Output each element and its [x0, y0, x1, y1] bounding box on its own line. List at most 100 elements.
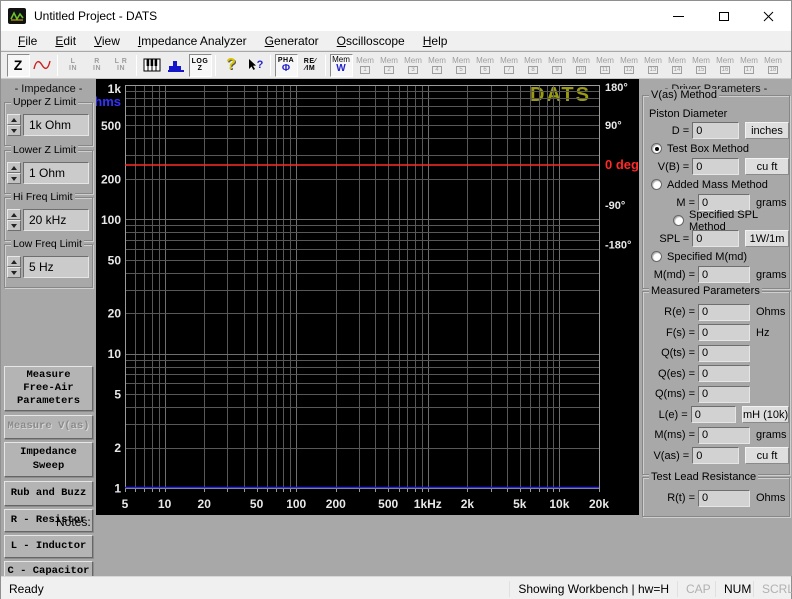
- spin-up-button[interactable]: [7, 114, 21, 125]
- menu-impedance-analyzer[interactable]: Impedance Analyzer: [129, 31, 256, 51]
- specified-mmd-radio[interactable]: [651, 251, 662, 262]
- fs-field[interactable]: 0: [698, 324, 750, 341]
- le-field[interactable]: 0: [691, 406, 736, 423]
- re-unit-label: Ohms: [756, 306, 785, 318]
- limit-value-field[interactable]: 1 Ohm: [23, 162, 89, 184]
- added-mass-method-radio[interactable]: [651, 179, 662, 190]
- mem-label: Mem: [692, 57, 710, 65]
- spin-up-button[interactable]: [7, 209, 21, 220]
- test-box-method-radio-row: Test Box Method: [643, 140, 789, 157]
- log-z-button-line1: LOG: [192, 58, 209, 65]
- mem-number-box: 10: [576, 66, 586, 74]
- vas-unit-button[interactable]: cu ft: [745, 447, 789, 464]
- mem-label: Mem: [476, 57, 494, 65]
- mem-6-button: Mem6: [474, 54, 497, 77]
- help-question-icon: ?: [226, 57, 236, 73]
- piston-diameter-unit-button[interactable]: inches: [745, 122, 789, 139]
- spl-unit-button[interactable]: 1W/1m: [745, 230, 789, 247]
- limit-value-field[interactable]: 1k Ohm: [23, 114, 89, 136]
- maximize-button[interactable]: [701, 1, 746, 31]
- svg-text:50: 50: [108, 253, 122, 267]
- limit-group-hi-freq-limit: Hi Freq Limit20 kHz: [4, 197, 93, 241]
- mem-number-box: 8: [528, 66, 538, 74]
- menu-oscilloscope[interactable]: Oscilloscope: [328, 31, 414, 51]
- limit-value-field[interactable]: 5 Hz: [23, 256, 89, 278]
- mem-17-button: Mem17: [738, 54, 761, 77]
- mmd-field[interactable]: 0: [698, 266, 750, 283]
- spin-down-button[interactable]: [7, 267, 21, 278]
- re-im-button[interactable]: RE∕∕IM: [299, 54, 322, 77]
- svg-text:90°: 90°: [605, 120, 622, 132]
- context-help-button[interactable]: ?: [244, 54, 267, 77]
- piston-diameter-field[interactable]: 0: [692, 122, 739, 139]
- minimize-button[interactable]: [656, 1, 701, 31]
- spl-field[interactable]: 0: [692, 230, 739, 247]
- spin-up-button[interactable]: [7, 162, 21, 173]
- mem-number-box: 11: [600, 66, 610, 74]
- qms-field[interactable]: 0: [698, 386, 750, 403]
- workbench-status: Showing Workbench | hw=H: [509, 581, 677, 597]
- impedance-z-button[interactable]: Z: [7, 54, 30, 77]
- svg-text:5: 5: [122, 497, 129, 511]
- menu-edit[interactable]: Edit: [46, 31, 85, 51]
- phase-button[interactable]: PHAΦ: [275, 54, 298, 77]
- spin-down-button[interactable]: [7, 173, 21, 184]
- added-mass-method-radio-row: Added Mass Method: [643, 176, 789, 193]
- mem-label: Mem: [596, 57, 614, 65]
- mms-unit-label: grams: [756, 429, 787, 441]
- menu-help[interactable]: Help: [414, 31, 457, 51]
- svg-text:-180°: -180°: [605, 240, 631, 252]
- mem-number-box: 3: [408, 66, 418, 74]
- spin-down-button[interactable]: [7, 125, 21, 136]
- help-button[interactable]: ?: [220, 54, 243, 77]
- box-volume-unit-button[interactable]: cu ft: [745, 158, 789, 175]
- piston-diameter-field-label: D =: [643, 125, 689, 137]
- rub-and-buzz-button[interactable]: Rub and Buzz: [4, 481, 93, 506]
- menu-view[interactable]: View: [85, 31, 129, 51]
- impedance-graph[interactable]: DATS 1k500200100502010521Ohms51020501002…: [96, 79, 639, 515]
- qts-field[interactable]: 0: [698, 345, 750, 362]
- svg-text:Ohms: Ohms: [96, 94, 121, 109]
- le-unit-button[interactable]: mH (10k): [742, 406, 789, 423]
- close-button[interactable]: [746, 1, 791, 31]
- mem-waveform-button[interactable]: MemW: [330, 54, 353, 77]
- test-box-method-radio[interactable]: [651, 143, 662, 154]
- rt-field-label: R(t) =: [643, 492, 695, 504]
- vas-field[interactable]: 0: [692, 447, 739, 464]
- mem-number-box: 6: [480, 66, 490, 74]
- specified-mmd-label: Specified M(md): [667, 251, 747, 263]
- mem-number-box: 13: [648, 66, 658, 74]
- main-area: - Impedance - Upper Z Limit1k OhmLower Z…: [1, 79, 792, 576]
- toolbar-separator: [270, 55, 271, 76]
- vas-method-legend: V(as) Method: [649, 89, 719, 101]
- specified-spl-method-radio[interactable]: [673, 215, 684, 226]
- measure-button[interactable]: Measure Free-Air Parameters: [4, 366, 93, 411]
- window-title: Untitled Project - DATS: [34, 9, 157, 23]
- spin-down-button[interactable]: [7, 220, 21, 231]
- keyboard-indicators: CAPNUMSCRL: [677, 581, 791, 597]
- menu-generator[interactable]: Generator: [256, 31, 328, 51]
- mem-11-button: Mem11: [594, 54, 617, 77]
- re-row: R(e) =0Ohms: [643, 302, 789, 323]
- sine-wave-button[interactable]: [31, 54, 54, 77]
- piano-keys-button[interactable]: [141, 54, 164, 77]
- limit-value-field[interactable]: 20 kHz: [23, 209, 89, 231]
- qes-field[interactable]: 0: [698, 365, 750, 382]
- rt-unit-label: Ohms: [756, 492, 785, 504]
- left-input-button-line1: L: [71, 58, 76, 65]
- l-inductor-button[interactable]: L - Inductor: [4, 535, 93, 558]
- svg-text:500: 500: [378, 497, 398, 511]
- mms-field[interactable]: 0: [698, 427, 750, 444]
- rt-field[interactable]: 0: [698, 490, 750, 507]
- mem-15-button: Mem15: [690, 54, 713, 77]
- step-wave-button[interactable]: [165, 54, 188, 77]
- re-field[interactable]: 0: [698, 304, 750, 321]
- box-volume-field[interactable]: 0: [692, 158, 739, 175]
- impedance-button[interactable]: Impedance Sweep: [4, 442, 93, 477]
- menu-file[interactable]: File: [9, 31, 46, 51]
- mem-16-button: Mem16: [714, 54, 737, 77]
- spin-up-button[interactable]: [7, 256, 21, 267]
- mem-2-button: Mem2: [378, 54, 401, 77]
- left-right-input-button-line2: IN: [117, 65, 125, 72]
- log-z-button[interactable]: LOGZ: [189, 54, 212, 77]
